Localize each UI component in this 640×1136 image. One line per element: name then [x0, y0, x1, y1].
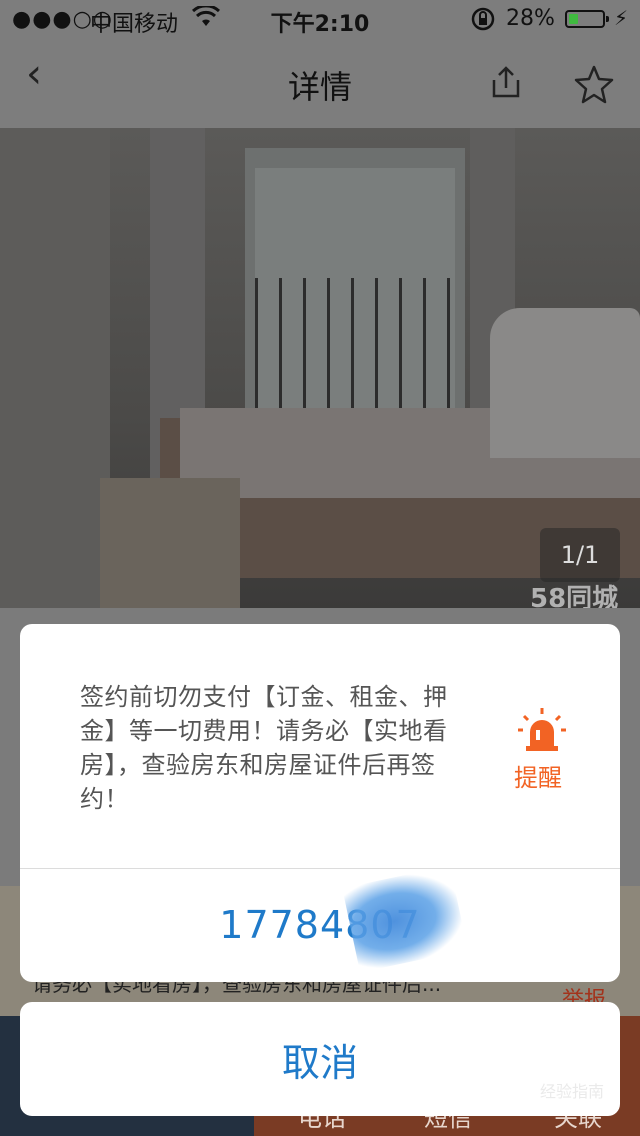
page-title: 详情	[287, 68, 352, 106]
share-icon[interactable]	[486, 62, 526, 102]
phone-number-button[interactable]: 17784807	[20, 868, 620, 982]
nav-bar: ‹ 详情	[0, 40, 640, 128]
status-bar: ●●●○○ 中国移动 下午2:10 28% ⚡	[0, 0, 640, 40]
warning-message: 签约前切勿支付【订金、租金、押金】等一切费用！请务必【实地看房】，查验房东和房屋…	[80, 683, 448, 813]
photo-nightstand	[100, 478, 240, 608]
photo-wall	[0, 128, 110, 608]
photo-watermark: 58同城	[530, 584, 619, 608]
battery-icon	[565, 10, 609, 28]
remind-label: 提醒	[514, 764, 562, 792]
alarm-light-icon	[516, 706, 568, 752]
battery-percent: 28%	[506, 6, 555, 31]
charging-bolt-icon: ⚡	[614, 6, 629, 30]
photo-headboard	[490, 308, 640, 458]
rotation-lock-icon	[470, 6, 496, 38]
cancel-button[interactable]: 取消	[20, 1002, 620, 1116]
corner-watermark: 经验指南	[540, 1082, 605, 1101]
call-dialog: 签约前切勿支付【订金、租金、押金】等一切费用！请务必【实地看房】，查验房东和房屋…	[20, 624, 620, 982]
listing-photo[interactable]: 1/1 58同城	[0, 128, 640, 608]
photo-counter: 1/1	[540, 528, 620, 582]
photo-railing	[255, 278, 455, 408]
star-icon[interactable]	[572, 62, 616, 106]
